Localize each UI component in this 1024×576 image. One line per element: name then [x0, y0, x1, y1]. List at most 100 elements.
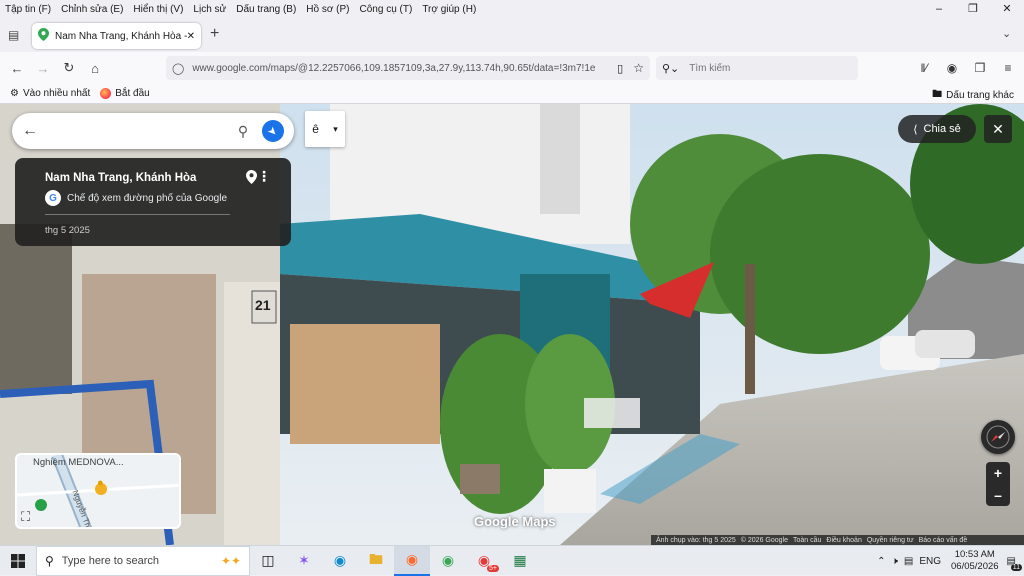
menu-history[interactable]: Lịch sử: [188, 4, 231, 15]
reload-icon[interactable]: ↻: [56, 55, 82, 81]
other-bookmarks-label: Dấu trang khác: [946, 90, 1014, 101]
footer-privacy[interactable]: Quyền riêng tư: [867, 537, 914, 544]
firefox-taskbar-icon[interactable]: ◉: [394, 545, 430, 576]
forward-icon[interactable]: →: [30, 55, 56, 81]
house-number: 21: [255, 297, 271, 313]
tab-bar: ▤ Nam Nha Trang, Khánh Hòa - G ✕ + ⌄: [0, 18, 1024, 52]
app-green-icon[interactable]: ◉: [430, 546, 466, 576]
maps-pin-icon: [38, 28, 49, 44]
directions-icon[interactable]: ➤: [257, 115, 289, 147]
url-text[interactable]: www.google.com/maps/@12.2257066,109.1857…: [192, 63, 617, 74]
tab-list-icon[interactable]: ⌄: [1002, 27, 1011, 40]
notification-icon[interactable]: ▤ 11: [1007, 556, 1022, 571]
restore-icon[interactable]: ❐: [956, 0, 990, 18]
web-search-bar[interactable]: ⚲⌄: [656, 56, 858, 80]
window-controls: – ❐ ✕: [922, 0, 1024, 18]
taskbar: ⚲ Type here to search ✦✦ ◫ ✶ ◉ 🖿 ◉ ◉ ◉ 5+…: [0, 545, 1024, 576]
menu-help[interactable]: Trợ giúp (H): [417, 4, 481, 15]
maps-search-box[interactable]: ← ⚲ ➤: [12, 113, 294, 149]
minimap[interactable]: Nghiệm MEDNOVA... Nguyễn Thị Đ ⛶ ●: [15, 453, 181, 529]
zoom-controls: + –: [986, 462, 1010, 506]
excel-icon[interactable]: ▦: [502, 546, 538, 576]
maps-search-input[interactable]: [46, 124, 230, 138]
bookmark-most-visited[interactable]: ⚙ Vào nhiều nhất: [10, 88, 90, 99]
bookmark-label: Bắt đầu: [115, 88, 150, 99]
close-window-icon[interactable]: ✕: [990, 0, 1024, 18]
chevron-down-icon[interactable]: ▾: [333, 124, 338, 135]
close-icon: ✕: [992, 120, 1004, 137]
footer-report[interactable]: Báo cáo vấn đề: [919, 537, 968, 544]
tab-overview-icon[interactable]: ▤: [8, 28, 19, 42]
home-icon[interactable]: ⌂: [82, 55, 108, 81]
street-view-mode: G Chế độ xem đường phố của Google: [45, 190, 277, 206]
address-bar[interactable]: ◯ www.google.com/maps/@12.2257066,109.18…: [166, 56, 650, 80]
google-maps-logo: Google Maps: [474, 514, 556, 529]
new-tab-icon[interactable]: +: [210, 25, 219, 43]
location-pin-icon[interactable]: [246, 170, 257, 187]
shield-icon[interactable]: ◯: [172, 62, 184, 75]
library-icon[interactable]: ‖⁄: [910, 56, 938, 80]
share-button[interactable]: ⟨ Chia sẻ: [898, 115, 976, 143]
share-icon: ⟨: [913, 123, 918, 136]
sparkle-icon: ✦✦: [220, 553, 241, 568]
ime-popup[interactable]: ê ▾: [305, 111, 345, 147]
expand-icon[interactable]: ⛶: [21, 509, 30, 525]
tab-title: Nam Nha Trang, Khánh Hòa - G: [55, 30, 187, 42]
close-tab-icon[interactable]: ✕: [187, 31, 195, 42]
volume-icon[interactable]: 🕨: [892, 556, 898, 567]
share-label: Chia sẻ: [923, 123, 961, 135]
menu-bookmarks[interactable]: Dấu trang (B): [231, 4, 301, 15]
bookmark-getting-started[interactable]: Bắt đầu: [100, 88, 150, 99]
search-icon[interactable]: ⚲: [230, 123, 256, 140]
chevron-up-icon[interactable]: ⌃: [877, 556, 885, 567]
ime-letter[interactable]: ê: [312, 122, 319, 136]
minimize-icon[interactable]: –: [922, 0, 956, 18]
taskbar-search-text: Type here to search: [61, 554, 160, 567]
menu-edit[interactable]: Chỉnh sửa (E): [56, 4, 128, 15]
gear-icon: ⚙: [10, 88, 19, 99]
file-explorer-icon[interactable]: 🖿: [358, 546, 394, 576]
footer-terms[interactable]: Điều khoản: [826, 537, 861, 544]
keyboard-lang[interactable]: ENG: [919, 556, 941, 567]
mode-label: Chế độ xem đường phố của Google: [67, 192, 228, 204]
network-icon[interactable]: ▤: [904, 556, 913, 567]
clock[interactable]: 10:53 AM 06/05/2026: [951, 549, 999, 573]
app-badge-icon[interactable]: ◉ 5+: [466, 546, 502, 576]
folder-icon: 🖿: [932, 89, 943, 100]
back-icon[interactable]: ←: [4, 55, 30, 81]
task-view-icon[interactable]: ◫: [250, 546, 286, 576]
menu-tools[interactable]: Công cụ (T): [355, 4, 418, 15]
compass-icon[interactable]: [981, 420, 1015, 454]
more-options-icon[interactable]: ⋮: [257, 168, 271, 185]
account-icon[interactable]: ◉: [938, 56, 966, 80]
pegman-icon[interactable]: ●: [97, 477, 104, 489]
back-arrow-icon[interactable]: ←: [22, 122, 46, 140]
close-street-view-button[interactable]: ✕: [984, 115, 1012, 143]
taskbar-search[interactable]: ⚲ Type here to search ✦✦: [36, 545, 250, 576]
bookmark-star-icon[interactable]: ☆: [633, 61, 644, 75]
street-view-viewport[interactable]: 21 ← ⚲ ➤ ê ▾ Nam Nha Trang, Khánh Hòa G …: [0, 104, 1024, 545]
place-name[interactable]: Nam Nha Trang, Khánh Hòa: [45, 172, 277, 184]
menu-file[interactable]: Tập tin (F): [0, 4, 56, 15]
minimap-label: Nghiệm MEDNOVA...: [33, 457, 124, 468]
footer-global[interactable]: Toàn cầu: [793, 537, 821, 544]
other-bookmarks[interactable]: 🖿 Dấu trang khác: [932, 87, 1014, 104]
edge-icon[interactable]: ◉: [322, 546, 358, 576]
search-engine-icon[interactable]: ⚲⌄: [662, 62, 679, 75]
system-tray: ⌃ 🕨 ▤ ENG 10:53 AM 06/05/2026 ▤ 11: [877, 546, 1024, 576]
menu-icon[interactable]: ≡: [994, 56, 1022, 80]
zoom-out-icon[interactable]: –: [994, 487, 1002, 503]
menu-profiles[interactable]: Hồ sơ (P): [301, 4, 354, 15]
capture-date[interactable]: thg 5 2025: [45, 225, 277, 236]
extensions-icon[interactable]: ❐: [966, 56, 994, 80]
copilot-icon[interactable]: ✶: [286, 546, 322, 576]
divider: [45, 214, 230, 215]
windows-start-icon[interactable]: [0, 546, 36, 576]
reader-view-icon[interactable]: ▯: [617, 62, 623, 75]
firefox-icon: [100, 88, 112, 99]
web-search-input[interactable]: [689, 62, 830, 74]
menu-view[interactable]: Hiển thị (V): [128, 4, 188, 15]
tab-google-maps[interactable]: Nam Nha Trang, Khánh Hòa - G ✕: [32, 23, 201, 49]
zoom-in-icon[interactable]: +: [994, 465, 1002, 481]
clock-time: 10:53 AM: [954, 549, 995, 560]
